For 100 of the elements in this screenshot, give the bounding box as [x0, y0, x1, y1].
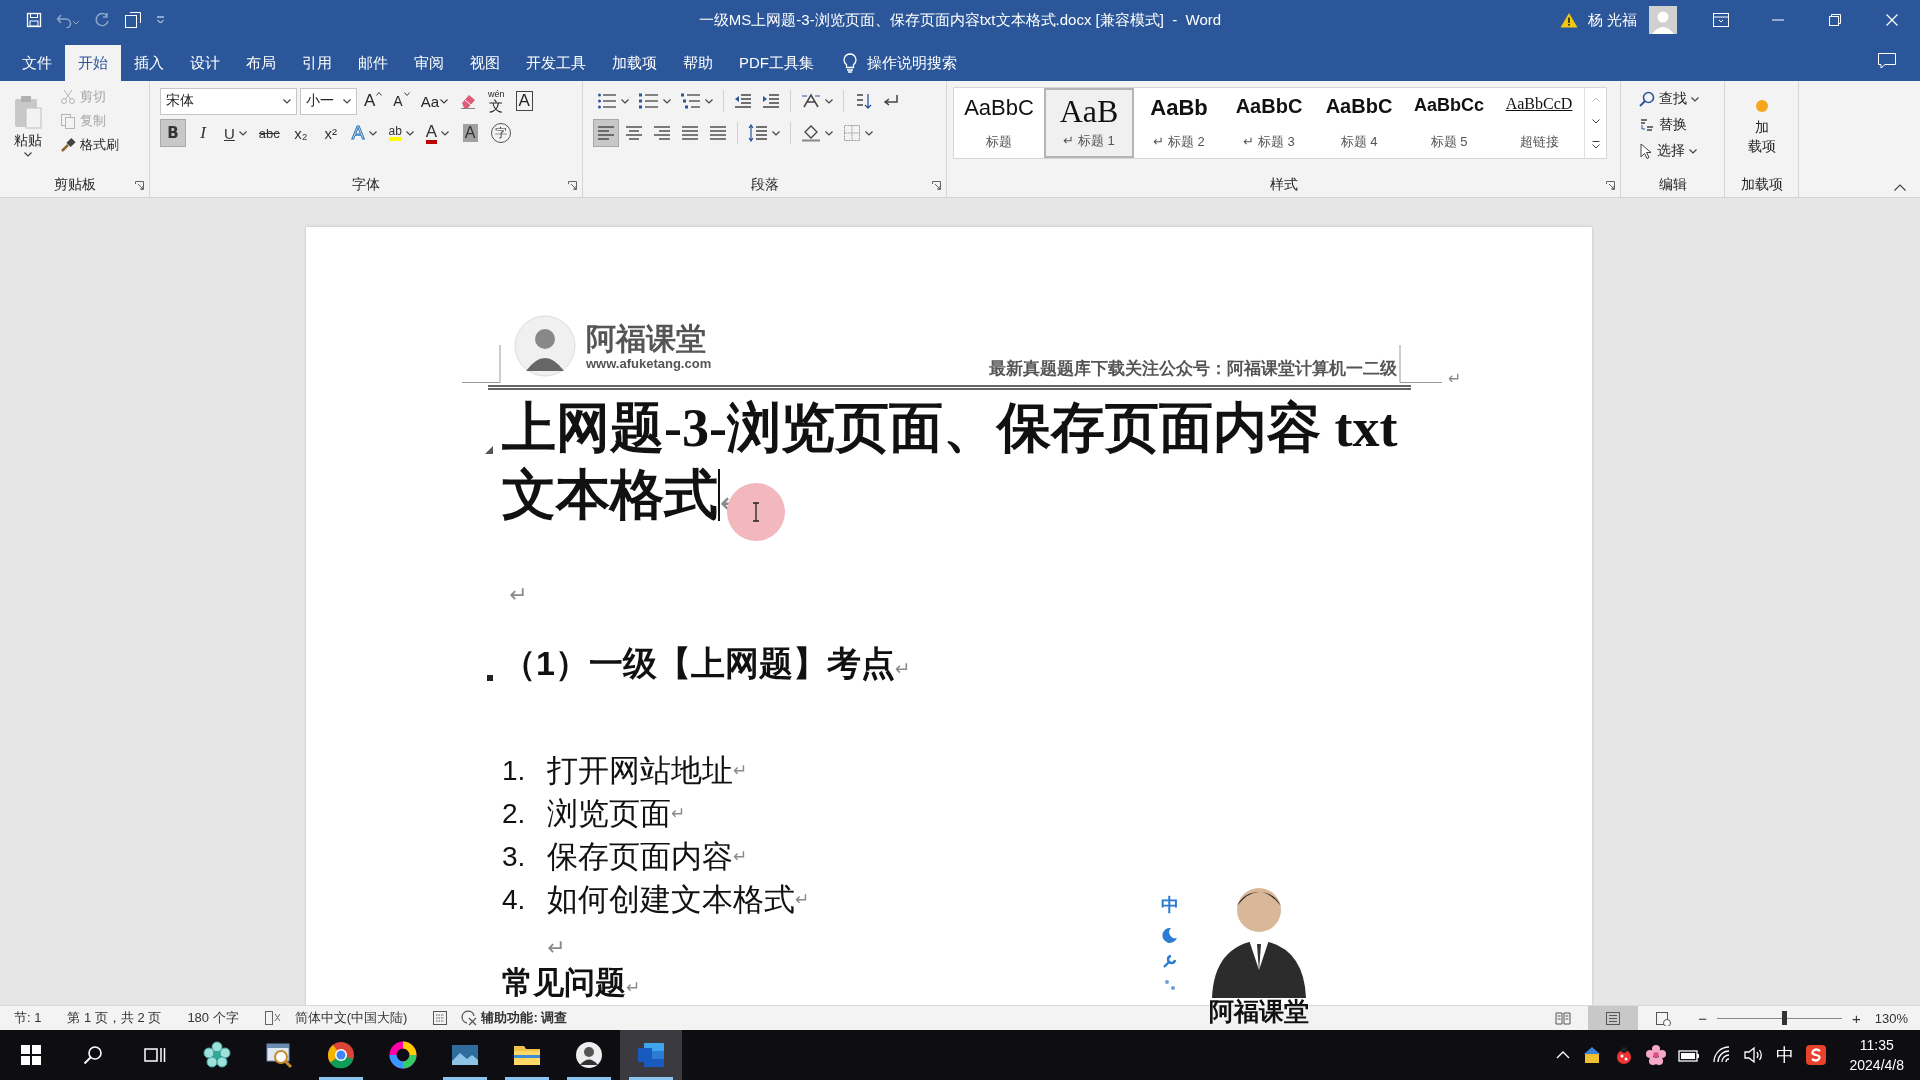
accessibility-status[interactable]: 辅助功能: 调查	[481, 1009, 568, 1027]
dialog-launcher-icon[interactable]	[932, 180, 941, 190]
font-name-field[interactable]: 宋体	[160, 87, 297, 115]
blossom-icon[interactable]	[1645, 1045, 1666, 1065]
redo-icon[interactable]	[94, 12, 110, 28]
ribbon-tab[interactable]: 开发工具	[513, 45, 599, 81]
customize-caret-icon[interactable]	[156, 16, 165, 24]
underline-button[interactable]: U	[220, 119, 251, 147]
paragraph-mark: ↵	[509, 582, 528, 607]
superscript-button[interactable]: x²	[317, 119, 344, 147]
accessibility-icon[interactable]	[461, 1010, 478, 1026]
scroll-down-icon[interactable]	[1591, 119, 1600, 124]
collapse-triangle-icon[interactable]	[485, 446, 493, 454]
zoom-out-button[interactable]: −	[1694, 1009, 1711, 1027]
grow-font-button[interactable]: A	[360, 87, 387, 115]
ribbon-tab[interactable]: 视图	[457, 45, 513, 81]
bold-button[interactable]: B	[160, 119, 186, 147]
replace-button[interactable]: 替换	[1635, 113, 1691, 137]
ribbon-tab[interactable]: 设计	[177, 45, 233, 81]
list-number: 1.	[502, 754, 527, 788]
moon-icon[interactable]	[1162, 927, 1178, 943]
print-view-icon	[1605, 1010, 1622, 1026]
language-indicator[interactable]: 简体中文(中国大陆)	[294, 1009, 408, 1027]
dialog-launcher-icon[interactable]	[135, 180, 144, 190]
copy-icon	[60, 113, 76, 129]
section-heading: （1）一级【上网题】考点	[502, 644, 895, 682]
ribbon-tab[interactable]: 开始	[65, 45, 121, 81]
shrink-font-button[interactable]: A	[389, 87, 414, 115]
zoom-in-button[interactable]: +	[1848, 1009, 1865, 1027]
character-shading-button[interactable]: A	[457, 119, 484, 147]
align-left-button[interactable]	[593, 119, 619, 147]
show-hidden-icons-icon[interactable]	[1555, 1051, 1570, 1059]
subscript-button[interactable]: x₂	[287, 119, 314, 147]
battery-icon[interactable]	[1677, 1048, 1700, 1062]
more-styles-icon[interactable]	[1591, 141, 1600, 150]
character-border-button[interactable]: A	[511, 87, 537, 115]
heading-marker-icon[interactable]	[487, 675, 493, 681]
rainbow-ring-icon	[389, 1041, 417, 1069]
change-case-button[interactable]: Aa	[416, 87, 453, 115]
zoom-level[interactable]: 130%	[1874, 1010, 1908, 1026]
select-button[interactable]: 选择	[1635, 139, 1701, 163]
phonetic-guide-button[interactable]: wén 文	[484, 87, 509, 115]
ribbon-tab[interactable]: 文件	[9, 45, 65, 81]
print-layout-button[interactable]	[1588, 1006, 1639, 1030]
word-document-icon	[637, 1041, 665, 1069]
dialog-launcher-icon[interactable]	[568, 180, 577, 190]
caret-icon	[1689, 148, 1697, 154]
windows-logo-icon	[21, 1045, 41, 1065]
paste-button[interactable]: 粘贴	[6, 85, 50, 165]
save-icon[interactable]	[26, 12, 42, 28]
word-count[interactable]: 180 个字	[187, 1009, 239, 1027]
slider-thumb[interactable]	[1782, 1011, 1788, 1025]
section-indicator[interactable]: 节: 1	[14, 1009, 42, 1027]
tell-me-search[interactable]: 操作说明搜索	[835, 45, 965, 81]
style-gallery-item[interactable]: AaB ↵ 标题 1	[1044, 88, 1134, 158]
proofing-icon[interactable]	[264, 1011, 281, 1025]
ribbon-tab[interactable]: 布局	[233, 45, 289, 81]
italic-button[interactable]: I	[190, 119, 216, 147]
comments-icon[interactable]	[1878, 52, 1896, 69]
wrench-icon[interactable]	[1162, 953, 1178, 969]
ribbon-tab[interactable]: 审阅	[401, 45, 457, 81]
search-icon	[1639, 91, 1655, 107]
ribbon-tab[interactable]: 邮件	[345, 45, 401, 81]
font-size-field[interactable]: 小一	[300, 87, 357, 115]
group-label: 编辑	[1658, 176, 1687, 194]
input-method-app-icon[interactable]	[1805, 1045, 1826, 1065]
multilevel-list-icon	[681, 93, 701, 109]
wifi-icon[interactable]	[1711, 1046, 1732, 1064]
find-button[interactable]: 查找	[1635, 87, 1703, 111]
volume-icon[interactable]	[1743, 1046, 1764, 1064]
collapse-ribbon-icon[interactable]	[1894, 184, 1906, 191]
bulleted-list-icon	[597, 93, 617, 109]
page-indicator[interactable]: 第 1 页，共 2 页	[67, 1009, 162, 1027]
list-item-text: 浏览页面	[547, 795, 671, 833]
caret-icon	[865, 130, 873, 136]
dialog-launcher-icon[interactable]	[1606, 180, 1615, 190]
align-justify-icon	[681, 125, 699, 141]
strikethrough-button[interactable]: abc	[254, 119, 284, 147]
ribbon-tab[interactable]: 引用	[289, 45, 345, 81]
input-method-indicator[interactable]: 中	[1775, 1043, 1794, 1067]
font-color-button[interactable]: A	[421, 119, 454, 147]
undo-icon[interactable]	[56, 12, 80, 28]
list-number: 4.	[502, 883, 527, 917]
ribbon-tab[interactable]: 帮助	[670, 45, 726, 81]
ribbon-tab[interactable]: PDF工具集	[726, 45, 827, 81]
ribbon-tab[interactable]: 插入	[121, 45, 177, 81]
ime-mode-label[interactable]: 中	[1161, 893, 1179, 917]
clock[interactable]: 11:35 2024/4/8	[1849, 1035, 1904, 1075]
read-view-icon	[1555, 1010, 1572, 1026]
user-name[interactable]: 杨 光福	[1587, 10, 1637, 30]
distributed-icon	[709, 125, 727, 141]
dots-icon[interactable]	[1164, 979, 1176, 991]
highlight-button[interactable]: ab	[384, 119, 418, 147]
touch-mode-icon[interactable]	[124, 11, 142, 29]
add-ins-button[interactable]: 加 载项	[1743, 85, 1780, 165]
format-painter-button[interactable]: 格式刷	[56, 133, 123, 157]
ribbon-tab[interactable]: 加载项	[599, 45, 670, 81]
taskbar-app[interactable]	[620, 1030, 682, 1080]
macro-icon[interactable]	[433, 1011, 448, 1025]
crop-mark	[462, 345, 502, 385]
